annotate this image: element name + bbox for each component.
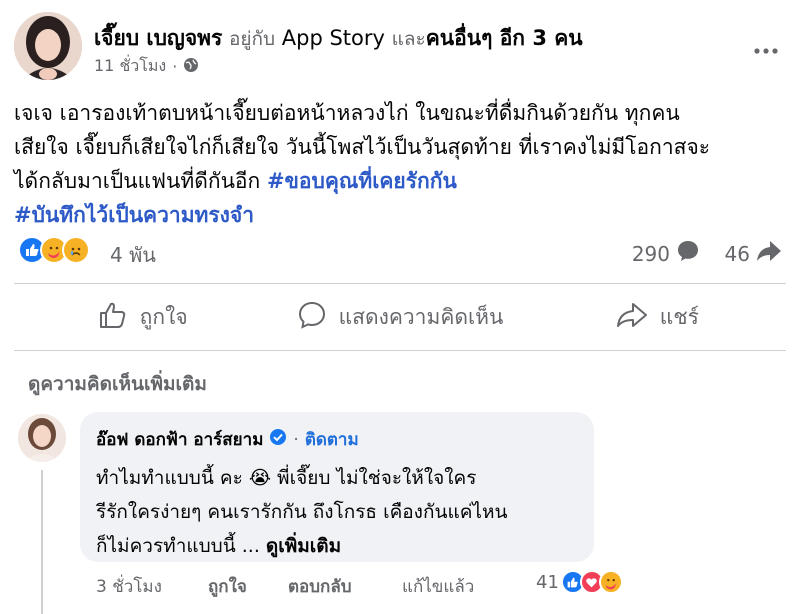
more-options-button[interactable] bbox=[748, 30, 784, 66]
like-label: ถูกใจ bbox=[139, 304, 188, 329]
hashtag-link[interactable]: #ขอบคุณที่เคยรักกัน bbox=[267, 169, 457, 193]
comment-time[interactable]: 3 ชั่วโมง bbox=[96, 573, 162, 600]
comment-button[interactable]: แสดงความคิดเห็น bbox=[271, 290, 528, 344]
author-name[interactable]: เจี๊ยบ เบญจพร bbox=[94, 26, 222, 50]
comment-edited-label[interactable]: แก้ไขแล้ว bbox=[402, 573, 474, 600]
comment-like-link[interactable]: ถูกใจ bbox=[208, 573, 247, 600]
globe-icon bbox=[183, 57, 199, 77]
comment-label: แสดงความคิดเห็น bbox=[338, 304, 504, 329]
care-reaction-icon bbox=[598, 570, 623, 594]
commenter-name[interactable]: อ๊อฟ ดอกฟ้า อาร์สยาม bbox=[96, 426, 263, 453]
comment-reactions[interactable]: 41 bbox=[536, 570, 623, 594]
comment-footer: 3 ชั่วโมง ถูกใจ ตอบกลับ แก้ไขแล้ว 41 bbox=[96, 570, 656, 598]
post-body: เจเจ เอารองเท้าตบหน้าเจี๊ยบต่อหน้าหลวงไก… bbox=[14, 96, 786, 232]
comment-text-line: ก็ไม่ควรทำแบบนี้ ... ดูเพิ่มเติม bbox=[96, 529, 578, 563]
reaction-count[interactable]: 4 พัน bbox=[110, 239, 156, 271]
follow-link[interactable]: ติดตาม bbox=[305, 426, 359, 453]
sad-reaction-icon bbox=[62, 236, 90, 264]
divider bbox=[14, 283, 786, 284]
more-options-icon bbox=[754, 39, 778, 58]
thread-line bbox=[41, 470, 43, 614]
divider bbox=[14, 350, 786, 351]
post-text-line: เสียใจ เจี๊ยบก็เสียใจไก่ก็เสียใจ วันนี้โ… bbox=[14, 135, 711, 159]
like-button[interactable]: ถูกใจ bbox=[14, 290, 271, 344]
comment-icon bbox=[297, 300, 327, 335]
share-count[interactable]: 46 bbox=[725, 239, 782, 268]
comment-last-line: ก็ไม่ควรทำแบบนี้ ... bbox=[96, 535, 260, 557]
comment-bubble-icon bbox=[676, 239, 700, 268]
post-time[interactable]: 11 ชั่วโมง bbox=[94, 54, 166, 79]
comment-count[interactable]: 290 bbox=[632, 239, 700, 268]
author-line: เจี๊ยบ เบญจพร อยู่กับ App Story และคนอื่… bbox=[94, 22, 583, 55]
post-text-line: เจเจ เอารองเท้าตบหน้าเจี๊ยบต่อหน้าหลวงไก… bbox=[14, 101, 680, 125]
post-meta: 11 ชั่วโมง · bbox=[94, 54, 199, 79]
share-icon bbox=[616, 300, 648, 335]
comment-reaction-count: 41 bbox=[536, 571, 559, 593]
verified-badge-icon bbox=[269, 428, 287, 451]
view-more-comments-link[interactable]: ดูความคิดเห็นเพิ่มเติม bbox=[28, 369, 207, 399]
commenter-line: อ๊อฟ ดอกฟ้า อาร์สยาม · ติดตาม bbox=[96, 426, 578, 453]
reactions-summary: 4 พัน 290 46 bbox=[14, 234, 786, 270]
comment-count-value: 290 bbox=[631, 241, 670, 266]
tagged-page-link[interactable]: App Story bbox=[282, 26, 385, 50]
comment-bubble: อ๊อฟ ดอกฟ้า อาร์สยาม · ติดตาม ทำไมทำแบบน… bbox=[80, 412, 594, 562]
post-text-line-3: ได้กลับมาเป็นแฟนที่ดีกันอีก bbox=[14, 169, 261, 193]
commenter-avatar[interactable] bbox=[18, 414, 66, 462]
with-text: อยู่กับ bbox=[228, 28, 276, 50]
hashtag-link[interactable]: #บันทึกไว้เป็นความทรงจำ bbox=[14, 203, 254, 227]
share-count-value: 46 bbox=[724, 241, 750, 266]
comment-text: ทำไมทำแบบนี้ คะ 😭 พี่เจี๊ยบ ไม่ใช่จะให้ใ… bbox=[96, 461, 578, 563]
meta-separator: · bbox=[172, 57, 178, 76]
and-text: และ bbox=[391, 28, 426, 50]
see-more-link[interactable]: ดูเพิ่มเติม bbox=[266, 535, 341, 557]
comment-text-line: ทำไมทำแบบนี้ คะ 😭 พี่เจี๊ยบ ไม่ใช่จะให้ใ… bbox=[96, 467, 477, 489]
author-avatar[interactable] bbox=[14, 12, 82, 80]
share-button[interactable]: แชร์ bbox=[529, 290, 786, 344]
others-link[interactable]: คนอื่นๆ อีก 3 คน bbox=[426, 26, 583, 50]
post-actions: ถูกใจ แสดงความคิดเห็น แชร์ bbox=[14, 290, 786, 344]
comment-reply-link[interactable]: ตอบกลับ bbox=[288, 573, 352, 600]
share-label: แชร์ bbox=[659, 304, 699, 329]
share-arrow-icon bbox=[756, 239, 782, 268]
post-text-line: ได้กลับมาเป็นแฟนที่ดีกันอีก #ขอบคุณที่เค… bbox=[14, 164, 786, 198]
reaction-icons[interactable] bbox=[18, 236, 90, 264]
thumbs-up-icon bbox=[98, 300, 128, 335]
post-header: เจี๊ยบ เบญจพร อยู่กับ App Story และคนอื่… bbox=[14, 12, 786, 82]
post-text-line: #บันทึกไว้เป็นความทรงจำ bbox=[14, 198, 786, 232]
comment-text-line: รีรักใครง่ายๆ คนเรารักกัน ถึงโกรธ เคืองก… bbox=[96, 501, 508, 523]
follow-separator: · bbox=[293, 429, 299, 450]
